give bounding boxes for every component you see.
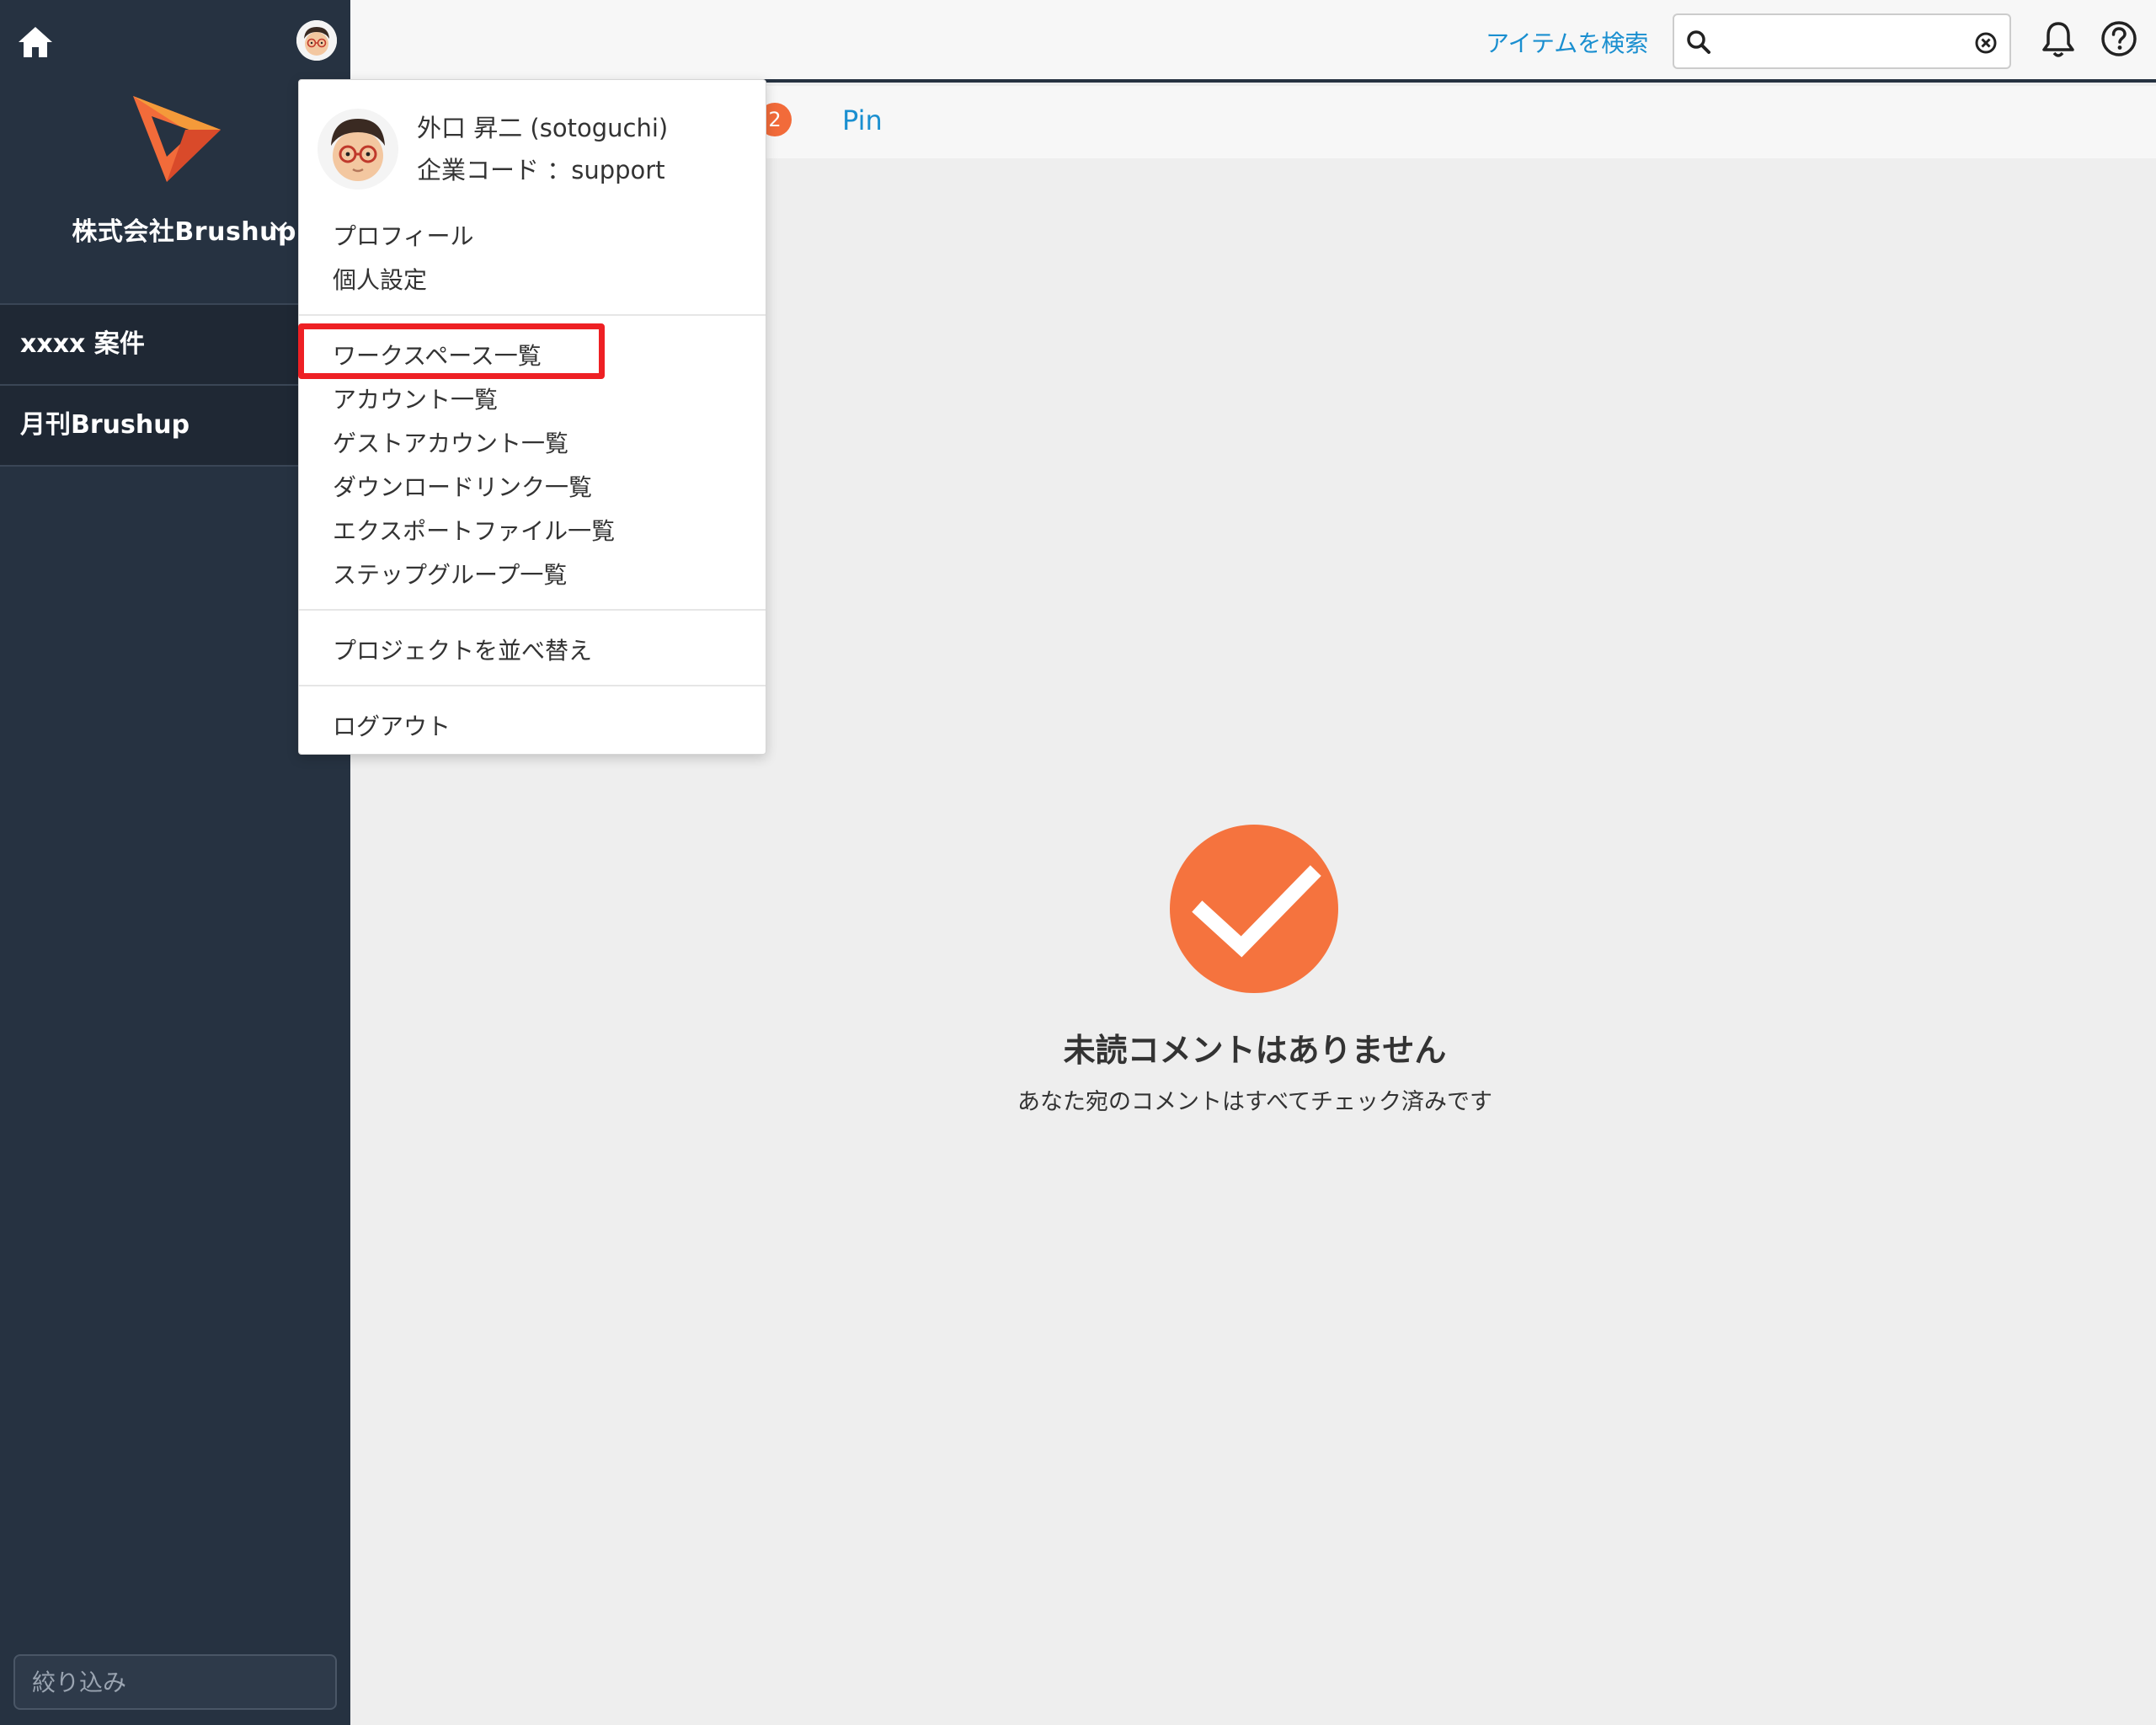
menu-item-logout[interactable]: ログアウト	[333, 708, 451, 742]
menu-item-workspace-list[interactable]: ワークスペース一覧	[333, 338, 542, 371]
avatar[interactable]	[296, 20, 337, 61]
company-name[interactable]: 株式会社Brushup	[0, 211, 296, 248]
user-menu: 外口 昇二 (sotoguchi) 企業コード ：support プロフィール …	[298, 79, 766, 755]
menu-item-profile[interactable]: プロフィール	[333, 218, 473, 252]
top-header: アイテムを検索	[350, 0, 2156, 83]
avatar	[318, 109, 398, 190]
divider	[299, 314, 766, 316]
search-box	[1673, 13, 2011, 69]
brushup-logo	[133, 96, 221, 182]
help-icon[interactable]	[2100, 20, 2137, 57]
company-code: 企業コード ：support	[417, 156, 665, 184]
menu-item-guest-account-list[interactable]: ゲストアカウント一覧	[333, 425, 568, 459]
search-items-link[interactable]: アイテムを検索	[1486, 25, 1648, 59]
filter-input[interactable]	[13, 1654, 337, 1710]
menu-item-sort-projects[interactable]: プロジェクトを並べ替え	[333, 633, 592, 666]
app-root: 株式会社Brushup xxxx 案件 月刊Brushup アイテムを検索	[0, 0, 2156, 1725]
search-input[interactable]	[1721, 24, 1966, 61]
divider	[299, 685, 766, 686]
menu-item-export-file-list[interactable]: エクスポートファイル一覧	[333, 513, 615, 547]
chevron-down-icon[interactable]	[270, 221, 288, 232]
divider	[0, 465, 298, 467]
home-icon[interactable]	[15, 22, 56, 62]
clear-icon[interactable]	[1974, 31, 1998, 55]
checkmark-icon	[1170, 825, 1338, 993]
empty-state-subtitle: あなた宛のコメントはすべてチェック済みです	[1017, 1089, 1493, 1115]
bell-icon[interactable]	[2040, 20, 2077, 61]
menu-item-personal-settings[interactable]: 個人設定	[333, 262, 427, 296]
divider	[299, 609, 766, 611]
tab-pin[interactable]: Pin	[842, 104, 883, 136]
menu-item-step-group-list[interactable]: ステップグループ一覧	[333, 557, 567, 590]
search-icon	[1687, 30, 1710, 54]
sidebar-item-project[interactable]: xxxx 案件	[0, 305, 298, 384]
menu-item-download-link-list[interactable]: ダウンロードリンク一覧	[333, 469, 592, 503]
empty-state-title: 未読コメントはありません	[1063, 1032, 1447, 1069]
user-name: 外口 昇二 (sotoguchi)	[417, 114, 669, 142]
sidebar-item-project[interactable]: 月刊Brushup	[0, 386, 298, 465]
menu-item-account-list[interactable]: アカウント一覧	[333, 382, 498, 415]
